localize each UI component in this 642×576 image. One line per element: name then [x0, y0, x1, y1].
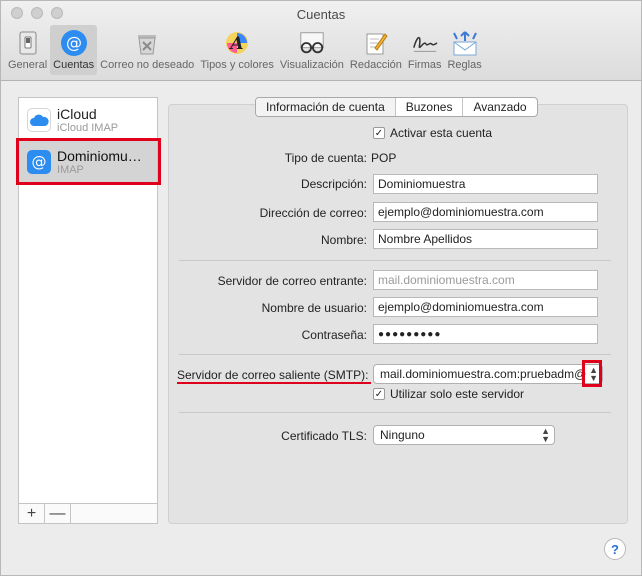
account-type: iCloud IMAP: [57, 122, 119, 134]
signature-icon: [411, 30, 439, 56]
svg-text:@: @: [66, 33, 82, 52]
separator: [179, 412, 611, 413]
toolbar-junk[interactable]: Correo no deseado: [97, 25, 197, 75]
checkmark-icon: ✓: [373, 127, 385, 139]
incoming-server-label: Servidor de correo entrante:: [217, 274, 367, 288]
name-label: Nombre:: [320, 233, 367, 247]
glasses-icon: [298, 30, 326, 56]
cloud-icon: [27, 108, 51, 132]
tls-label: Certificado TLS:: [281, 429, 367, 443]
toolbar-signatures[interactable]: Firmas: [405, 25, 445, 75]
toolbar-label: Correo no deseado: [100, 59, 195, 71]
separator: [179, 260, 611, 261]
tab-account-info[interactable]: Información de cuenta: [256, 98, 396, 116]
add-account-button[interactable]: +: [19, 504, 45, 523]
window-title: Cuentas: [296, 7, 346, 22]
toolbar-label: Cuentas: [53, 59, 95, 71]
username-label: Nombre de usuario:: [261, 301, 367, 315]
font-a-icon: A: [223, 30, 251, 56]
toolbar-label: Reglas: [447, 59, 482, 71]
title-bar: Cuentas General @ Cuentas Correo no dese…: [1, 1, 641, 81]
description-label: Descripción:: [300, 177, 367, 191]
smtp-server-popup[interactable]: mail.dominiomuestra.com:pruebadm@ ▲ ▼: [373, 364, 603, 384]
toolbar-label: Tipos y colores: [200, 59, 274, 71]
toolbar-general[interactable]: General: [5, 25, 50, 75]
rules-envelope-icon: [451, 30, 479, 56]
username-field[interactable]: ejemplo@dominiomuestra.com: [373, 297, 598, 317]
svg-text:A: A: [228, 34, 243, 54]
preferences-window: Cuentas General @ Cuentas Correo no dese…: [0, 0, 642, 576]
email-label: Dirección de correo:: [259, 206, 367, 220]
use-only-server-checkbox[interactable]: ✓ Utilizar solo este servidor: [373, 387, 524, 401]
account-type-value: POP: [371, 151, 397, 165]
remove-account-button[interactable]: —: [45, 504, 71, 523]
smtp-server-value: mail.dominiomuestra.com:pruebadm@: [380, 367, 587, 381]
smtp-label: Servidor de correo saliente (SMTP):: [177, 368, 369, 382]
toolbar-cuentas[interactable]: @ Cuentas: [50, 25, 98, 75]
tab-advanced[interactable]: Avanzado: [463, 98, 536, 116]
toolbar-label: Redacción: [349, 59, 402, 71]
toolbar: General @ Cuentas Correo no deseado A Ti…: [5, 25, 485, 75]
checkbox-label: Activar esta cuenta: [390, 126, 493, 140]
toolbar-rules[interactable]: Reglas: [444, 25, 484, 75]
trash-junk-icon: [133, 30, 161, 56]
highlight-box-account: [16, 138, 161, 185]
checkmark-icon: ✓: [373, 388, 385, 400]
at-sign-icon: @: [60, 30, 88, 56]
pencil-paper-icon: [362, 30, 390, 56]
tab-bar: Información de cuenta Buzones Avanzado: [255, 97, 538, 117]
checkbox-label: Utilizar solo este servidor: [390, 387, 525, 401]
account-item-icloud[interactable]: iCloud iCloud IMAP: [19, 98, 157, 142]
separator: [179, 354, 611, 355]
tls-value: Ninguno: [380, 428, 425, 442]
tab-mailboxes[interactable]: Buzones: [396, 98, 464, 116]
incoming-server-field[interactable]: mail.dominiomuestra.com: [373, 270, 598, 290]
email-field[interactable]: ejemplo@dominiomuestra.com: [373, 202, 598, 222]
toolbar-label: Firmas: [407, 59, 442, 71]
description-field[interactable]: Dominiomuestra: [373, 174, 598, 194]
password-field[interactable]: ●●●●●●●●●: [373, 324, 598, 344]
toolbar-compose[interactable]: Redacción: [347, 25, 405, 75]
name-field[interactable]: Nombre Apellidos: [373, 229, 598, 249]
general-switch-icon: [14, 30, 42, 56]
help-button[interactable]: ?: [604, 538, 626, 560]
accounts-list-footer: + —: [19, 503, 157, 523]
account-name: iCloud: [57, 106, 97, 122]
smtp-label-underline: [177, 382, 371, 384]
toolbar-label: General: [8, 59, 48, 71]
toolbar-view[interactable]: Visualización: [277, 25, 347, 75]
up-down-chevron-icon: ▲ ▼: [541, 426, 550, 444]
highlight-box-smtp-arrows: [582, 360, 602, 387]
password-label: Contraseña:: [301, 328, 367, 342]
tls-certificate-popup[interactable]: Ninguno ▲ ▼: [373, 425, 555, 445]
account-type-label: Tipo de cuenta:: [284, 151, 367, 165]
toolbar-fonts[interactable]: A Tipos y colores: [197, 25, 277, 75]
enable-account-checkbox[interactable]: ✓ Activar esta cuenta: [373, 126, 492, 140]
toolbar-label: Visualización: [279, 59, 344, 71]
